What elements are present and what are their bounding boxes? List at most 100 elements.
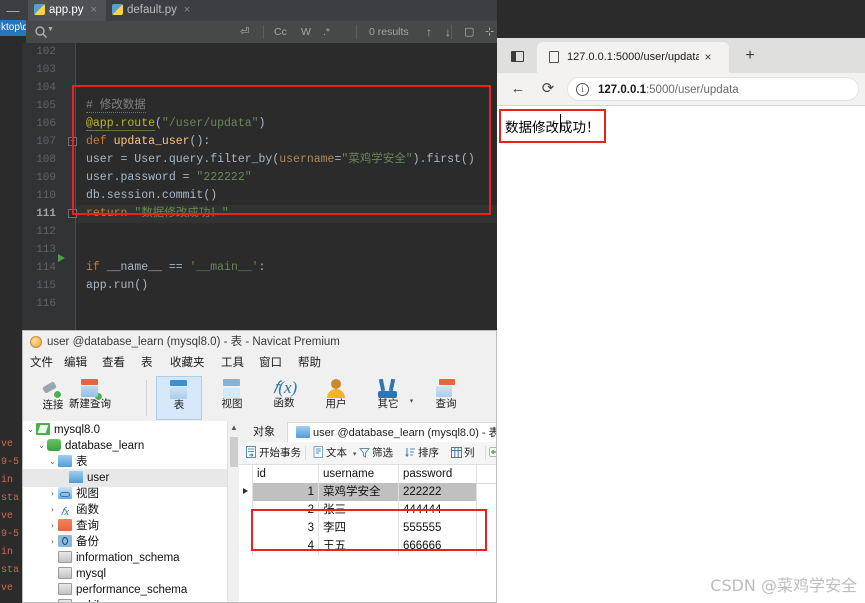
match-case-toggle[interactable]: Cc	[274, 21, 287, 43]
cell-username[interactable]: 王五	[319, 537, 399, 555]
column-header-password[interactable]: password	[399, 465, 477, 483]
search-return-icon[interactable]: ⏎	[240, 21, 249, 43]
toolbar-other[interactable]: 其它 ▾	[365, 376, 413, 420]
columns-button[interactable]: 列	[451, 442, 475, 464]
menu-table[interactable]: 表	[141, 353, 153, 374]
tab-default-py[interactable]: default.py ×	[106, 0, 202, 21]
cell-password[interactable]: 222222	[399, 483, 477, 501]
filter-button[interactable]: 筛选	[358, 442, 393, 464]
column-header-id[interactable]: id	[253, 465, 319, 483]
tab-label: user @database_learn (mysql8.0) - 表	[313, 427, 497, 439]
close-icon[interactable]: ×	[91, 4, 97, 16]
table-icon	[296, 426, 310, 438]
new-tab-button[interactable]: +	[737, 44, 763, 68]
run-gutter-icon[interactable]	[58, 254, 65, 262]
browser-tab[interactable]: 127.0.0.1:5000/user/updata ×	[537, 42, 729, 73]
chevron-down-icon[interactable]: ▼	[47, 26, 54, 33]
add-occurrence-icon[interactable]: ⊹	[485, 21, 494, 43]
tree-label: mysql	[76, 568, 107, 580]
select-all-occurrences-icon[interactable]: ▢	[464, 21, 474, 43]
back-button[interactable]: ←	[505, 77, 531, 101]
tab-objects[interactable]: 对象	[245, 422, 283, 442]
data-grid[interactable]: id username password 1 菜鸡学安全 222222 2 张三…	[239, 465, 496, 602]
schema-icon	[58, 583, 72, 595]
line-number: 103	[36, 64, 56, 76]
close-icon[interactable]: ×	[184, 4, 190, 16]
toolbar-function[interactable]: 𝑓(x) 函数	[261, 376, 307, 420]
row-marker-header	[239, 465, 253, 483]
text-button[interactable]: 文本 ▾	[313, 442, 356, 464]
table-row[interactable]: 2 张三 444444	[239, 501, 496, 519]
function-icon: 𝑓(x)	[273, 378, 298, 397]
row-marker[interactable]	[239, 537, 253, 555]
code-string: "222222"	[196, 171, 252, 184]
toolbar-label: 函数	[273, 397, 295, 409]
cell-password[interactable]: 444444	[399, 501, 477, 519]
sort-button[interactable]: 排序	[405, 442, 439, 464]
minimize-button[interactable]: —	[4, 4, 22, 18]
reload-button[interactable]: ⟳	[535, 77, 561, 101]
menu-window[interactable]: 窗口	[259, 353, 282, 374]
column-header-username[interactable]: username	[319, 465, 399, 483]
table-row[interactable]: 3 李四 555555	[239, 519, 496, 537]
cell-username[interactable]: 张三	[319, 501, 399, 519]
code-fold-end-icon[interactable]	[68, 209, 77, 218]
tab-user-table[interactable]: user @database_learn (mysql8.0) - 表	[287, 422, 497, 442]
search-input[interactable]: ▼	[26, 21, 256, 43]
whole-words-toggle[interactable]: W	[301, 21, 311, 43]
chevron-up-icon[interactable]: ▲	[230, 423, 238, 432]
cell-id[interactable]: 3	[253, 519, 319, 537]
address-bar[interactable]: i 127.0.0.1:5000/user/updata	[567, 77, 859, 101]
code-editor[interactable]: # 修改数据 @app.route("/user/updata") − def u…	[68, 43, 497, 330]
menu-favorites[interactable]: 收藏夹	[170, 353, 205, 374]
menu-tools[interactable]: 工具	[221, 353, 244, 374]
table-row[interactable]: 4 王五 666666	[239, 537, 496, 555]
tree-item-sakila[interactable]: sakila	[23, 597, 227, 602]
begin-transaction-button[interactable]: 开始事务	[245, 442, 301, 464]
menu-help[interactable]: 帮助	[298, 353, 321, 374]
tree-scrollbar[interactable]: ▲	[227, 421, 239, 602]
toolbar-user[interactable]: 用户	[313, 376, 359, 420]
menu-view[interactable]: 查看	[102, 353, 125, 374]
toolbar-view[interactable]: 视图	[209, 376, 255, 420]
tab-app-py[interactable]: app.py ×	[28, 0, 106, 21]
menu-edit[interactable]: 编辑	[64, 353, 87, 374]
tree-label: 视图	[76, 488, 99, 500]
chevron-down-icon[interactable]: ▾	[408, 398, 415, 405]
schema-icon	[58, 599, 72, 602]
tree-label: performance_schema	[76, 584, 188, 596]
breadcrumb-path-chip: ktop\d	[0, 20, 26, 36]
table-row[interactable]: 1 菜鸡学安全 222222	[239, 483, 496, 501]
row-marker[interactable]	[239, 501, 253, 519]
regex-toggle[interactable]: .*	[323, 21, 330, 43]
toolbar-query[interactable]: 查询	[423, 376, 469, 420]
cell-id[interactable]: 1	[253, 483, 319, 501]
chevron-down-icon[interactable]: ▾	[353, 451, 357, 458]
menu-file[interactable]: 文件	[30, 353, 53, 374]
cell-id[interactable]: 2	[253, 501, 319, 519]
code-keyword: return	[86, 207, 128, 220]
line-number: 108	[36, 154, 56, 166]
code-fold-icon[interactable]: −	[68, 137, 77, 146]
browser-tab-title: 127.0.0.1:5000/user/updata	[567, 51, 699, 63]
row-marker[interactable]	[239, 483, 253, 501]
cell-username[interactable]: 菜鸡学安全	[319, 483, 399, 501]
line-number: 105	[36, 100, 56, 112]
cell-password[interactable]: 666666	[399, 537, 477, 555]
scrollbar-thumb[interactable]	[230, 437, 238, 467]
search-icon	[34, 25, 48, 39]
python-file-icon	[34, 4, 45, 15]
cell-username[interactable]: 李四	[319, 519, 399, 537]
cell-id[interactable]: 4	[253, 537, 319, 555]
find-prev-icon[interactable]: ↑	[426, 21, 432, 43]
row-marker[interactable]	[239, 519, 253, 537]
menu-bar: 文件 编辑 查看 表 收藏夹 工具 窗口 帮助	[23, 353, 496, 374]
import-wizard-button[interactable]	[489, 442, 496, 464]
toolbar-new-query[interactable]: 新建查询	[59, 376, 121, 420]
toolbar-label: 表	[173, 399, 185, 411]
cell-password[interactable]: 555555	[399, 519, 477, 537]
toolbar-table[interactable]: 表	[156, 376, 202, 420]
tab-actions-button[interactable]	[505, 45, 531, 67]
close-icon[interactable]: ×	[700, 42, 716, 73]
site-info-icon[interactable]: i	[576, 83, 589, 96]
